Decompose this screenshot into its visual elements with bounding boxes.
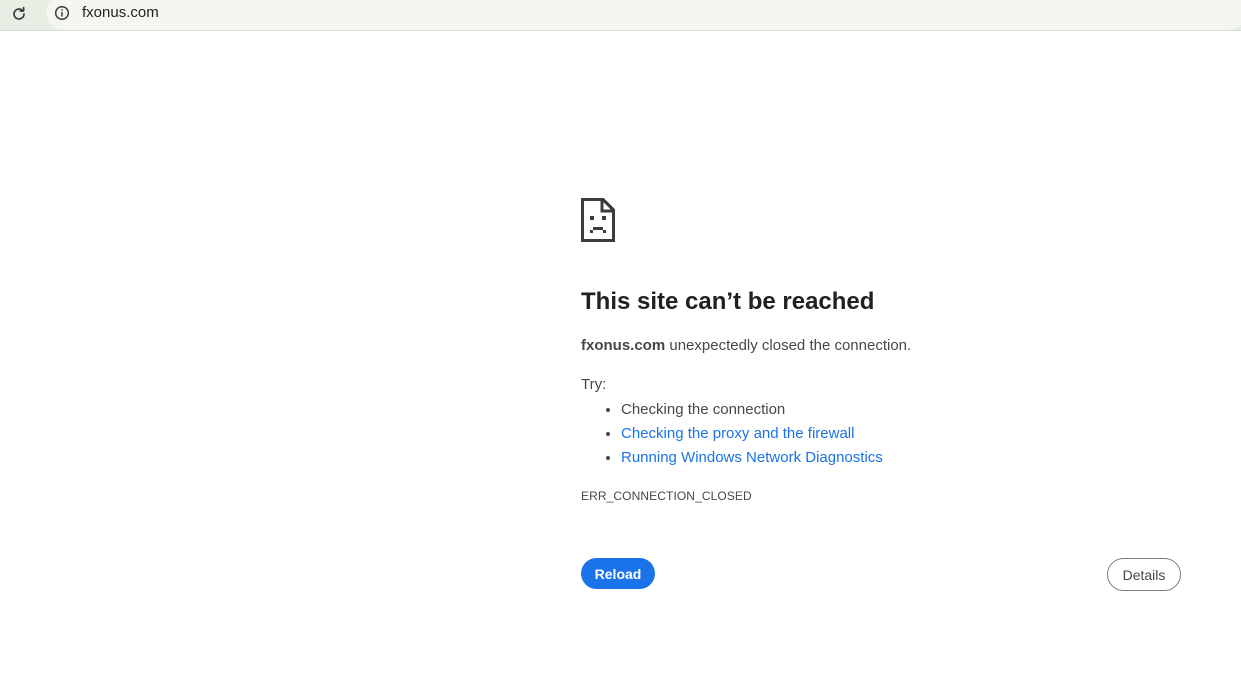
error-message: unexpectedly closed the connection. [665,337,912,354]
url-text[interactable]: fxonus.com [82,4,159,22]
details-button[interactable]: Details [1107,558,1181,591]
error-summary: fxonus.com unexpectedly closed the conne… [581,337,911,354]
reload-button[interactable]: Reload [581,558,655,589]
address-bar[interactable] [46,0,1241,30]
info-icon[interactable] [53,4,71,22]
suggestion-check-connection: Checking the connection [621,398,883,422]
suggestion-network-diagnostics-link[interactable]: Running Windows Network Diagnostics [621,449,883,466]
browser-toolbar: fxonus.com [0,0,1241,31]
reload-icon[interactable] [8,3,30,25]
suggestion-check-proxy-link[interactable]: Checking the proxy and the firewall [621,425,854,442]
try-label: Try: [581,376,607,393]
suggestion-list: Checking the connection Checking the pro… [581,398,883,470]
error-host: fxonus.com [581,337,666,354]
error-title: This site can’t be reached [581,288,875,315]
error-code: ERR_CONNECTION_CLOSED [581,489,752,503]
sad-document-icon [581,198,615,242]
